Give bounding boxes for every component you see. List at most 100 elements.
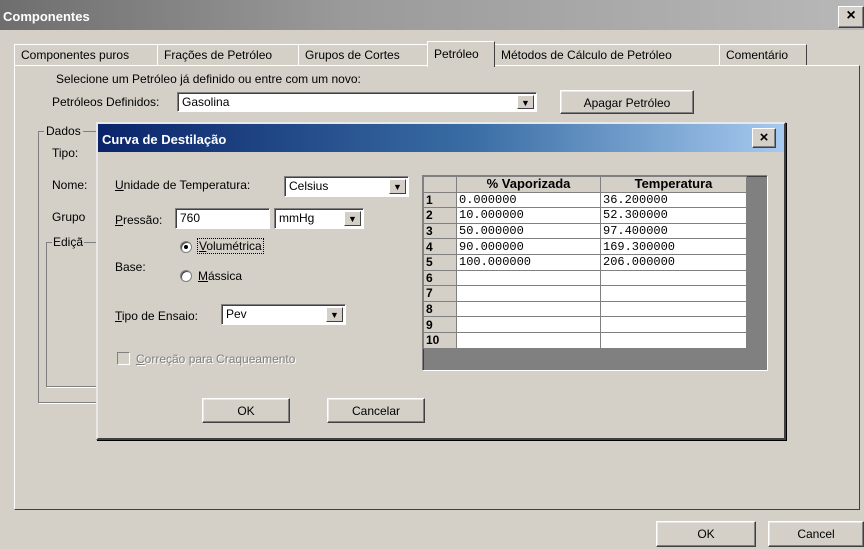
distillation-table-frame: % Vaporizada Temperatura 1 0.000000 36.200… <box>422 175 768 371</box>
radio-volumetrica[interactable] <box>180 241 192 253</box>
cell-temperatura[interactable] <box>600 300 747 318</box>
temp-unit-label: Unidade de Temperatura: <box>115 178 250 192</box>
table-row: 2 10.000000 52.300000 <box>423 207 747 224</box>
chevron-down-icon[interactable]: ▼ <box>389 179 406 194</box>
distillation-table: % Vaporizada Temperatura 1 0.000000 36.200… <box>423 176 747 349</box>
dialog-cancel-label: Cancelar <box>351 404 401 418</box>
row-number[interactable]: 4 <box>423 238 457 255</box>
cell-vaporizada[interactable]: 0.000000 <box>456 191 601 209</box>
dialog-ok-button[interactable]: OK <box>202 398 290 423</box>
delete-petroleum-button[interactable]: Apagar Petróleo <box>560 90 694 114</box>
pressure-value: 760 <box>180 211 201 225</box>
dados-group-label: Dados <box>44 124 83 138</box>
cell-temperatura[interactable]: 97.400000 <box>600 222 747 240</box>
cell-temperatura[interactable] <box>600 331 747 349</box>
temp-unit-label-text: Unidade de Temperatura: <box>115 178 251 192</box>
tab-label: Petróleo <box>434 47 479 61</box>
tab-comentario[interactable]: Comentário <box>719 44 807 66</box>
instruction-text: Selecione um Petróleo já definido ou ent… <box>56 72 361 86</box>
dialog-title: Curva de Destilação <box>102 132 227 147</box>
main-cancel-label: Cancel <box>797 527 835 541</box>
base-label: Base: <box>115 260 146 274</box>
temp-unit-select[interactable]: Celsius ▼ <box>284 176 409 197</box>
cell-vaporizada[interactable] <box>456 285 601 302</box>
cell-vaporizada[interactable] <box>456 331 601 349</box>
pressure-unit-value: mmHg <box>279 211 315 225</box>
tab-label: Frações de Petróleo <box>164 48 273 62</box>
dialog-ok-label: OK <box>237 404 255 418</box>
dialog-close-button[interactable]: × <box>752 128 776 148</box>
row-number[interactable]: 3 <box>423 222 457 240</box>
cell-vaporizada[interactable]: 50.000000 <box>456 222 601 240</box>
cell-temperatura[interactable] <box>600 269 747 287</box>
cell-temperatura[interactable]: 206.000000 <box>600 253 747 271</box>
row-number[interactable]: 6 <box>423 269 457 287</box>
edicao-group-label: Ediçã <box>52 235 85 249</box>
column-header-vaporizada[interactable]: % Vaporizada <box>456 176 601 193</box>
tipo-label: Tipo: <box>52 146 79 160</box>
test-type-label: Tipo de Ensaio: <box>115 309 198 323</box>
window-title: Componentes <box>3 9 90 24</box>
tab-petroleo[interactable]: Petróleo <box>427 41 495 67</box>
main-ok-button[interactable]: OK <box>656 521 756 547</box>
pressure-input[interactable]: 760 <box>175 208 270 229</box>
tab-label: Comentário <box>726 48 789 62</box>
table-row: 5 100.000000 206.000000 <box>423 253 747 271</box>
cell-temperatura[interactable]: 52.300000 <box>600 207 747 224</box>
row-number[interactable]: 9 <box>423 316 457 333</box>
radio-volumetrica-label[interactable]: Volumétrica <box>197 238 264 254</box>
temp-unit-value: Celsius <box>289 179 329 193</box>
tab-grupos-cortes[interactable]: Grupos de Cortes <box>298 44 428 66</box>
row-number[interactable]: 10 <box>423 331 457 349</box>
distillation-curve-dialog: Curva de Destilação × Unidade de Tempera… <box>96 122 786 440</box>
defined-petroleum-label: Petróleos Definidos: <box>52 95 160 109</box>
cracking-label: Correção para Craqueamento <box>136 352 296 366</box>
cell-vaporizada[interactable] <box>456 316 601 333</box>
tab-label: Componentes puros <box>21 48 130 62</box>
row-number[interactable]: 8 <box>423 300 457 318</box>
test-type-select[interactable]: Pev ▼ <box>221 304 346 325</box>
row-number[interactable]: 5 <box>423 253 457 271</box>
cell-temperatura[interactable]: 36.200000 <box>600 191 747 209</box>
radio-massica-label[interactable]: Mássica <box>198 269 242 283</box>
pressure-label: Pressão: <box>115 213 163 227</box>
table-header-row: % Vaporizada Temperatura <box>423 176 747 193</box>
row-number[interactable]: 7 <box>423 285 457 302</box>
test-type-value: Pev <box>226 307 247 321</box>
table-row: 1 0.000000 36.200000 <box>423 191 747 209</box>
cell-temperatura[interactable] <box>600 316 747 333</box>
row-number[interactable]: 2 <box>423 207 457 224</box>
window-close-button[interactable]: × <box>838 6 864 28</box>
table-row: 10 <box>423 331 747 349</box>
table-row: 7 <box>423 285 747 302</box>
dialog-cancel-button[interactable]: Cancelar <box>327 398 425 423</box>
edicao-group-box <box>46 242 98 387</box>
chevron-down-icon[interactable]: ▼ <box>326 307 343 322</box>
main-cancel-button[interactable]: Cancel <box>768 521 864 547</box>
grupo-label: Grupo <box>52 210 86 224</box>
delete-petroleum-label: Apagar Petróleo <box>583 96 671 110</box>
chevron-down-icon[interactable]: ▼ <box>517 95 534 109</box>
column-header-temperatura[interactable]: Temperatura <box>600 176 747 193</box>
cell-vaporizada[interactable]: 100.000000 <box>456 253 601 271</box>
tab-fracoes-petroleo[interactable]: Frações de Petróleo <box>157 44 299 66</box>
table-row: 3 50.000000 97.400000 <box>423 222 747 240</box>
cell-temperatura[interactable]: 169.300000 <box>600 238 747 255</box>
defined-petroleum-select[interactable]: Gasolina ▼ <box>177 92 537 112</box>
chevron-down-icon[interactable]: ▼ <box>344 211 361 226</box>
cell-vaporizada[interactable] <box>456 300 601 318</box>
radio-massica[interactable] <box>180 270 192 282</box>
cell-vaporizada[interactable]: 90.000000 <box>456 238 601 255</box>
tab-metodos-calculo[interactable]: Métodos de Cálculo de Petróleo <box>494 44 720 66</box>
cell-temperatura[interactable] <box>600 285 747 302</box>
cracking-checkbox[interactable] <box>117 352 130 365</box>
cell-vaporizada[interactable]: 10.000000 <box>456 207 601 224</box>
row-number[interactable]: 1 <box>423 191 457 209</box>
pressure-unit-select[interactable]: mmHg ▼ <box>274 208 364 229</box>
table-corner-cell <box>423 176 457 193</box>
cell-vaporizada[interactable] <box>456 269 601 287</box>
radio-dot-icon <box>184 245 188 249</box>
dialog-title-bar: Curva de Destilação <box>98 124 784 152</box>
tab-componentes-puros[interactable]: Componentes puros <box>14 44 158 66</box>
defined-petroleum-value: Gasolina <box>182 95 230 109</box>
